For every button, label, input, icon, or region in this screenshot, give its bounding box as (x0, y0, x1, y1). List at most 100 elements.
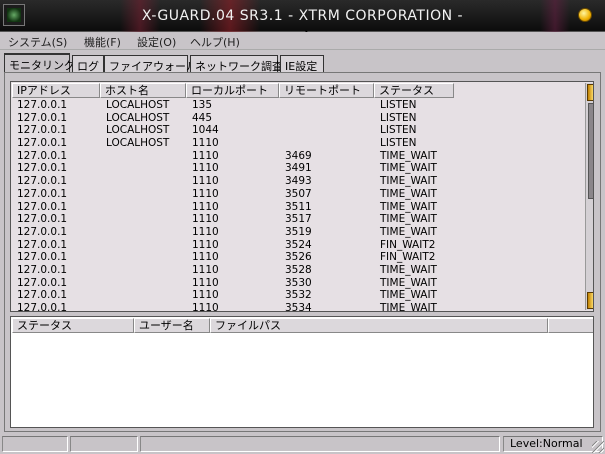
scrollbar-thumb[interactable] (588, 103, 593, 199)
table-row[interactable]: 127.0.0.1 1110 3493 TIME_WAIT (11, 175, 575, 188)
cell-remote-port: 3530 (285, 276, 312, 289)
cell-ip-address: 127.0.0.1 (17, 263, 68, 276)
column-extra[interactable] (548, 318, 593, 333)
vertical-scrollbar[interactable] (585, 83, 593, 310)
cell-ip-address: 127.0.0.1 (17, 251, 68, 264)
cell-status: LISTEN (380, 137, 417, 150)
tab-network-survey[interactable]: ネットワーク調査 (190, 55, 283, 73)
tab-ie-settings[interactable]: IE設定 (280, 55, 324, 73)
table-row[interactable]: 127.0.0.1 1110 3519 TIME_WAIT (11, 226, 575, 239)
cell-remote-port: 3528 (285, 263, 312, 276)
cell-status: TIME_WAIT (380, 213, 437, 226)
cell-local-port: 1110 (192, 289, 219, 302)
menu-settings[interactable]: 設定(O) (137, 34, 176, 50)
cell-remote-port: 3493 (285, 175, 312, 188)
cell-ip-address: 127.0.0.1 (17, 213, 68, 226)
cell-local-port: 1110 (192, 238, 219, 251)
column-remote-port[interactable]: リモートポート (279, 83, 374, 98)
cell-ip-address: 127.0.0.1 (17, 276, 68, 289)
column-file-path[interactable]: ファイルパス (210, 318, 548, 333)
cell-local-port: 1110 (192, 137, 219, 150)
status-cell (140, 436, 500, 452)
cell-ip-address: 127.0.0.1 (17, 200, 68, 213)
cell-ip-address: 127.0.0.1 (17, 137, 68, 150)
cell-local-port: 1110 (192, 213, 219, 226)
status-cell (70, 436, 138, 452)
table-row[interactable]: 127.0.0.1 LOCALHOST 135 LISTEN (11, 99, 575, 112)
table-row[interactable]: 127.0.0.1 1110 3511 TIME_WAIT (11, 201, 575, 214)
title-bar[interactable]: X-GUARD.04 SR3.1 - XTRM CORPORATION - (0, 0, 605, 32)
tab-monitoring[interactable]: モニタリング (4, 53, 75, 72)
table-row[interactable]: 127.0.0.1 1110 3532 TIME_WAIT (11, 289, 575, 302)
column-status[interactable]: ステータス (374, 83, 454, 98)
table-row[interactable]: 127.0.0.1 1110 3517 TIME_WAIT (11, 213, 575, 226)
table-row[interactable]: 127.0.0.1 LOCALHOST 1110 LISTEN (11, 137, 575, 150)
column-status[interactable]: ステータス (12, 318, 134, 333)
cell-status: TIME_WAIT (380, 289, 437, 302)
column-local-port[interactable]: ローカルポート (186, 83, 279, 98)
cell-status: TIME_WAIT (380, 225, 437, 238)
status-cell (2, 436, 68, 452)
cell-ip-address: 127.0.0.1 (17, 289, 68, 302)
cell-status: TIME_WAIT (380, 276, 437, 289)
column-host-name[interactable]: ホスト名 (100, 83, 186, 98)
cell-local-port: 1110 (192, 225, 219, 238)
process-list-header: ステータス ユーザー名 ファイルパス (12, 318, 593, 333)
cell-local-port: 1110 (192, 162, 219, 175)
column-user-name[interactable]: ユーザー名 (134, 318, 210, 333)
table-row[interactable]: 127.0.0.1 1110 3507 TIME_WAIT (11, 188, 575, 201)
table-row[interactable]: 127.0.0.1 1110 3491 TIME_WAIT (11, 162, 575, 175)
minimize-icon[interactable] (578, 8, 592, 22)
cell-ip-address: 127.0.0.1 (17, 187, 68, 200)
cell-ip-address: 127.0.0.1 (17, 149, 68, 162)
table-row[interactable]: 127.0.0.1 1110 3534 TIME_WAIT (11, 302, 575, 312)
connection-rows: 127.0.0.1 LOCALHOST 135 LISTEN 127.0.0.1 LOCA… (11, 99, 575, 312)
cell-remote-port: 3511 (285, 200, 312, 213)
cell-remote-port: 3519 (285, 225, 312, 238)
scroll-down-icon[interactable] (587, 292, 593, 309)
cell-local-port: 135 (192, 99, 213, 111)
process-list[interactable]: ステータス ユーザー名 ファイルパス (10, 316, 594, 428)
table-row[interactable]: 127.0.0.1 1110 3526 FIN_WAIT2 (11, 251, 575, 264)
table-row[interactable]: 127.0.0.1 1110 3524 FIN_WAIT2 (11, 239, 575, 252)
cell-host-name: LOCALHOST (106, 111, 170, 124)
table-row[interactable]: 127.0.0.1 LOCALHOST 1044 LISTEN (11, 124, 575, 137)
cell-status: TIME_WAIT (380, 200, 437, 213)
resize-grip-icon[interactable] (592, 441, 604, 453)
cell-status: LISTEN (380, 124, 417, 137)
cell-local-port: 1044 (192, 124, 219, 137)
cell-remote-port: 3534 (285, 302, 312, 312)
cell-local-port: 445 (192, 111, 213, 124)
cell-local-port: 1110 (192, 263, 219, 276)
menu-help[interactable]: ヘルプ(H) (190, 34, 240, 50)
connection-list[interactable]: IPアドレス ホスト名 ローカルポート リモートポート ステータス 127.0.… (10, 81, 594, 312)
table-row[interactable]: 127.0.0.1 LOCALHOST 445 LISTEN (11, 112, 575, 125)
cell-ip-address: 127.0.0.1 (17, 124, 68, 137)
main-window: X-GUARD.04 SR3.1 - XTRM CORPORATION - シス… (0, 0, 605, 454)
cell-host-name: LOCALHOST (106, 124, 170, 137)
cell-local-port: 1110 (192, 149, 219, 162)
table-row[interactable]: 127.0.0.1 1110 3530 TIME_WAIT (11, 277, 575, 290)
cell-remote-port: 3507 (285, 187, 312, 200)
cell-ip-address: 127.0.0.1 (17, 302, 68, 312)
cell-ip-address: 127.0.0.1 (17, 111, 68, 124)
column-ip-address[interactable]: IPアドレス (12, 83, 100, 98)
table-row[interactable]: 127.0.0.1 1110 3469 TIME_WAIT (11, 150, 575, 163)
menu-function[interactable]: 機能(F) (84, 34, 121, 50)
menu-system[interactable]: システム(S) (8, 34, 67, 50)
cell-local-port: 1110 (192, 175, 219, 188)
cell-status: LISTEN (380, 111, 417, 124)
tab-firewall[interactable]: ファイアウォール (104, 55, 197, 73)
cell-remote-port: 3532 (285, 289, 312, 302)
status-level: Level:Normal (503, 436, 603, 452)
cell-host-name: LOCALHOST (106, 137, 170, 150)
tab-log[interactable]: ログ (72, 55, 104, 73)
cell-local-port: 1110 (192, 251, 219, 264)
cell-remote-port: 3524 (285, 238, 312, 251)
cell-remote-port: 3469 (285, 149, 312, 162)
table-row[interactable]: 127.0.0.1 1110 3528 TIME_WAIT (11, 264, 575, 277)
cell-status: TIME_WAIT (380, 149, 437, 162)
cell-ip-address: 127.0.0.1 (17, 162, 68, 175)
menu-bar: システム(S) 機能(F) 設定(O) ヘルプ(H) (0, 32, 605, 50)
scroll-up-icon[interactable] (587, 84, 593, 101)
